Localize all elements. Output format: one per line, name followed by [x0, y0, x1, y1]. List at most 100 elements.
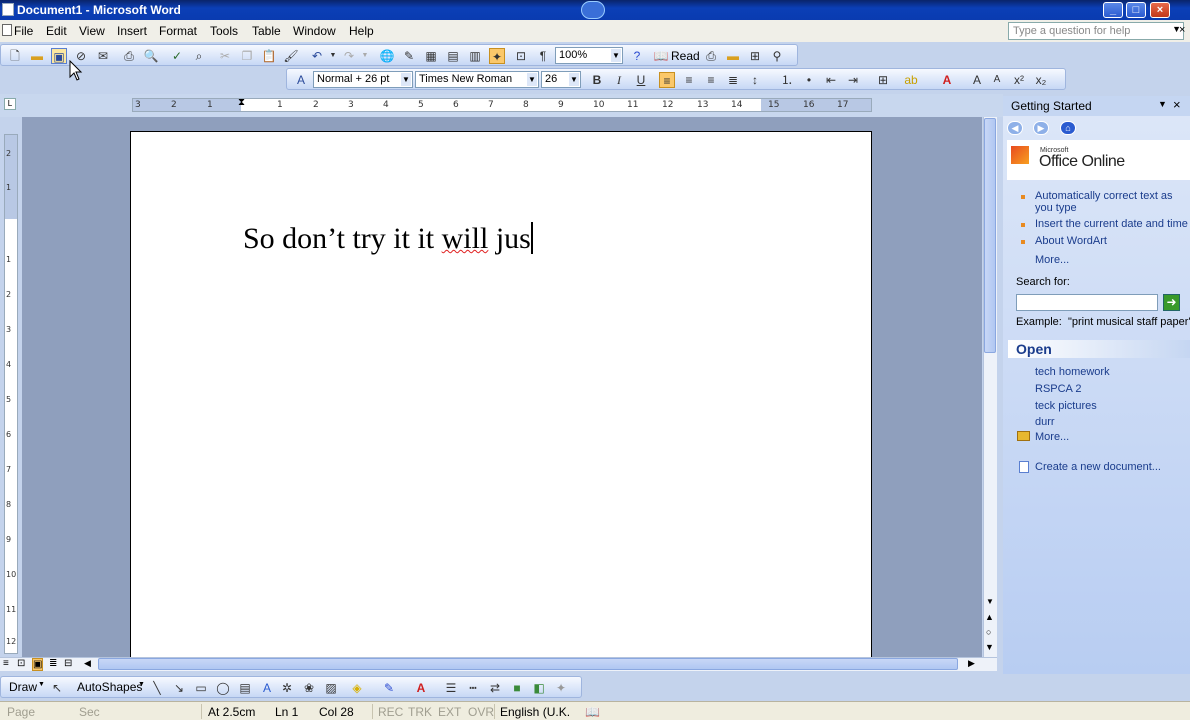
- previous-page-icon[interactable]: ▲: [985, 612, 994, 622]
- columns-icon[interactable]: ▥: [467, 48, 483, 64]
- align-left-icon[interactable]: ≡: [659, 72, 675, 88]
- vertical-scroll-thumb[interactable]: [984, 118, 996, 353]
- recent-file-1[interactable]: tech homework: [1035, 366, 1110, 378]
- ask-question-box[interactable]: Type a question for help ▼: [1008, 22, 1184, 40]
- layout-icon[interactable]: ⊞: [747, 48, 763, 64]
- back-icon[interactable]: ◀: [1007, 121, 1023, 135]
- menu-format[interactable]: Format: [159, 24, 197, 38]
- link-insert-date[interactable]: Insert the current date and time: [1035, 218, 1188, 230]
- decrease-indent-icon[interactable]: ⇤: [823, 72, 839, 88]
- status-ovr[interactable]: OVR: [468, 705, 494, 719]
- recent-file-2[interactable]: RSPCA 2: [1035, 383, 1081, 395]
- chevron-down-icon[interactable]: ▼: [401, 73, 411, 86]
- open-icon[interactable]: ▬: [29, 48, 45, 64]
- clip-art-icon[interactable]: ❀: [301, 680, 317, 696]
- styles-formatting-icon[interactable]: A: [293, 72, 309, 88]
- menu-file[interactable]: File: [14, 24, 33, 38]
- link-more[interactable]: More...: [1035, 254, 1069, 266]
- link-wordart[interactable]: About WordArt: [1035, 235, 1107, 247]
- web-layout-icon[interactable]: ⊡: [17, 658, 25, 669]
- help-icon[interactable]: ?: [629, 48, 645, 64]
- redo-dropdown-icon[interactable]: ▼: [357, 48, 373, 64]
- search-go-button[interactable]: ➜: [1163, 294, 1180, 311]
- hyperlink-icon[interactable]: 🌐: [379, 48, 395, 64]
- picture-options-icon[interactable]: ✦: [553, 680, 569, 696]
- menu-edit[interactable]: Edit: [46, 24, 67, 38]
- close-pane-icon[interactable]: ×: [1173, 97, 1181, 112]
- minimize-button[interactable]: _: [1103, 2, 1123, 18]
- binoculars-icon[interactable]: ⚲: [769, 48, 785, 64]
- superscript-icon[interactable]: x²: [1011, 72, 1027, 88]
- shadow-icon[interactable]: ■: [509, 680, 525, 696]
- scroll-down-icon[interactable]: ▼: [986, 597, 994, 606]
- menu-table[interactable]: Table: [252, 24, 281, 38]
- highlight-icon[interactable]: ab: [903, 72, 919, 88]
- home-icon[interactable]: ⌂: [1060, 121, 1076, 135]
- tables-borders-icon[interactable]: ✎: [401, 48, 417, 64]
- insert-excel-icon[interactable]: ▤: [445, 48, 461, 64]
- chevron-down-icon[interactable]: ▼: [1158, 99, 1167, 109]
- line-style-icon[interactable]: ☰: [443, 680, 459, 696]
- folder-icon[interactable]: ▬: [725, 48, 741, 64]
- bullets-icon[interactable]: •: [801, 72, 817, 88]
- save-icon[interactable]: ▣: [51, 48, 67, 64]
- doc-menu-icon[interactable]: [2, 24, 12, 36]
- misspelled-word[interactable]: will: [442, 222, 489, 255]
- 3d-icon[interactable]: ◧: [531, 680, 547, 696]
- chevron-down-icon[interactable]: ▼: [527, 73, 537, 86]
- chevron-down-icon[interactable]: ▼: [569, 73, 579, 86]
- maximize-button[interactable]: □: [1126, 2, 1146, 18]
- text-box-icon[interactable]: ▤: [237, 680, 253, 696]
- document-page[interactable]: [130, 131, 872, 661]
- dash-style-icon[interactable]: ┅: [465, 680, 481, 696]
- scroll-right-icon[interactable]: ▶: [968, 658, 975, 669]
- font-color-icon[interactable]: A: [413, 680, 429, 696]
- menu-window[interactable]: Window: [293, 24, 336, 38]
- outline-view-icon[interactable]: ≣: [49, 658, 57, 669]
- status-trk[interactable]: TRK: [408, 705, 432, 719]
- tab-selector-icon[interactable]: L: [4, 98, 16, 110]
- recent-file-3[interactable]: teck pictures: [1035, 400, 1097, 412]
- fax-icon[interactable]: ⎙: [703, 48, 719, 64]
- autoshapes-menu-button[interactable]: AutoShapes: [77, 680, 142, 694]
- horizontal-scroll-thumb[interactable]: [98, 658, 958, 670]
- new-icon[interactable]: 🗋: [7, 48, 23, 64]
- line-icon[interactable]: ╲: [149, 680, 165, 696]
- italic-icon[interactable]: I: [611, 72, 627, 88]
- shrink-font-icon[interactable]: A: [989, 72, 1005, 88]
- undo-icon[interactable]: ↶: [309, 48, 325, 64]
- status-ext[interactable]: EXT: [438, 705, 461, 719]
- justify-icon[interactable]: ≣: [725, 72, 741, 88]
- create-new-document-link[interactable]: Create a new document...: [1035, 461, 1161, 473]
- office-online-banner[interactable]: Microsoft Office Online: [1007, 140, 1190, 180]
- scroll-left-icon[interactable]: ◀: [84, 658, 91, 669]
- subscript-icon[interactable]: x₂: [1033, 72, 1049, 88]
- picture-icon[interactable]: ▨: [323, 680, 339, 696]
- grow-font-icon[interactable]: A: [969, 72, 985, 88]
- fill-color-icon[interactable]: ◈: [349, 680, 365, 696]
- email-icon[interactable]: ✉: [95, 48, 111, 64]
- indent-marker-icon[interactable]: ⧗: [238, 97, 245, 108]
- vertical-ruler[interactable]: 2 1 1 2 3 4 5 6 7 8 9 10 11 12: [4, 134, 18, 654]
- show-hide-icon[interactable]: ¶: [535, 48, 551, 64]
- read-button[interactable]: Read: [671, 49, 700, 63]
- underline-icon[interactable]: U: [633, 72, 649, 88]
- copy-icon[interactable]: ❐: [239, 48, 255, 64]
- zoom-select[interactable]: 100% ▼: [555, 47, 623, 64]
- menu-view[interactable]: View: [79, 24, 105, 38]
- draw-menu-button[interactable]: Draw: [9, 680, 37, 694]
- wordart-icon[interactable]: A: [259, 680, 275, 696]
- line-spacing-icon[interactable]: ↕: [747, 72, 763, 88]
- chevron-down-icon[interactable]: ▼: [138, 681, 145, 688]
- document-map-icon[interactable]: ⊡: [513, 48, 529, 64]
- spelling-icon[interactable]: ✓: [169, 48, 185, 64]
- print-preview-icon[interactable]: 🔍: [143, 48, 159, 64]
- print-layout-icon[interactable]: ▣: [32, 658, 44, 671]
- normal-view-icon[interactable]: ≡: [3, 658, 9, 669]
- select-objects-icon[interactable]: ↖: [49, 680, 65, 696]
- forward-icon[interactable]: ▶: [1033, 121, 1049, 135]
- align-right-icon[interactable]: ≡: [703, 72, 719, 88]
- chevron-down-icon[interactable]: ▼: [611, 49, 621, 62]
- arrow-icon[interactable]: ↘: [171, 680, 187, 696]
- increase-indent-icon[interactable]: ⇥: [845, 72, 861, 88]
